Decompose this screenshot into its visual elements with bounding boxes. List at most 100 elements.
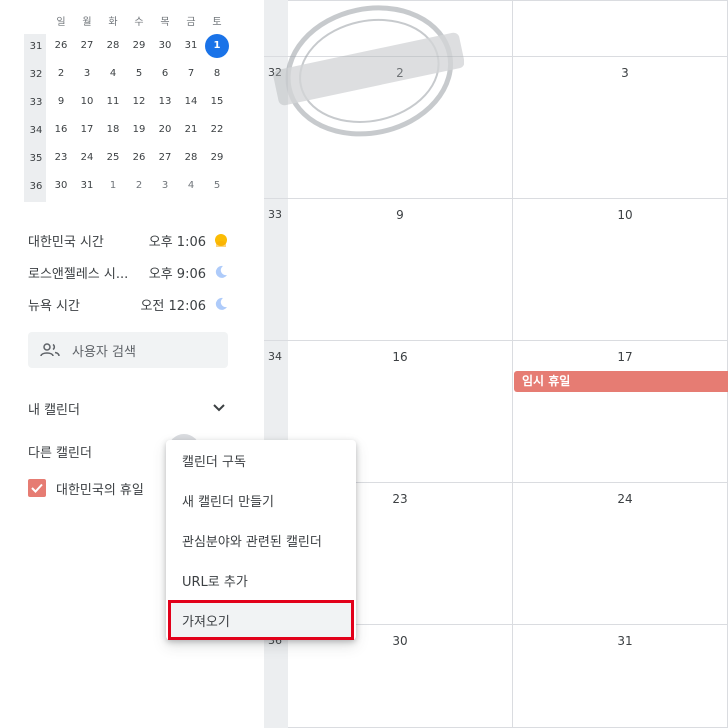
grid-day-number[interactable]: 23: [380, 492, 420, 506]
moon-icon: [214, 297, 228, 311]
mini-calendar-day[interactable]: 25: [100, 146, 126, 170]
weekday-label: 화: [108, 16, 118, 28]
world-clock-korea: 대한민국 시간 오후 1:06: [28, 224, 228, 256]
mini-calendar-day[interactable]: 24: [74, 146, 100, 170]
menu-item-import[interactable]: 가져오기: [168, 600, 354, 640]
mini-calendar-day[interactable]: 13: [152, 90, 178, 114]
menu-item-create-calendar[interactable]: 새 캘린더 만들기: [166, 480, 356, 520]
mini-calendar-day[interactable]: 14: [178, 90, 204, 114]
menu-item-from-url[interactable]: URL로 추가: [166, 560, 356, 600]
grid-week-number[interactable]: 33: [268, 208, 282, 221]
menu-item-browse-interesting[interactable]: 관심분야와 관련된 캘린더: [166, 520, 356, 560]
mini-calendar-week-row: 36 30 31 1 2 3 4 5: [24, 172, 236, 200]
mini-calendar-day[interactable]: 28: [178, 146, 204, 170]
mini-calendar-day[interactable]: 5: [126, 62, 152, 86]
menu-item-subscribe[interactable]: 캘린더 구독: [166, 440, 356, 480]
people-search-input[interactable]: 사용자 검색: [28, 332, 228, 368]
mini-calendar-day[interactable]: 29: [126, 34, 152, 58]
clock-time: 오전 12:06: [140, 298, 206, 314]
mini-calendar-day[interactable]: 22: [204, 118, 230, 142]
mini-calendar-day[interactable]: 12: [126, 90, 152, 114]
mini-calendar-day[interactable]: 18: [100, 118, 126, 142]
grid-day-number[interactable]: 31: [605, 634, 645, 648]
world-clock-la: 로스앤젤레스 시... 오후 9:06: [28, 256, 228, 288]
event-chip-holiday[interactable]: 임시 휴일: [514, 371, 728, 392]
mini-calendar-week-number[interactable]: 31: [24, 41, 48, 52]
grid-day-number[interactable]: 16: [380, 350, 420, 364]
chevron-down-icon[interactable]: [210, 399, 228, 417]
grid-row-divider: [264, 198, 728, 199]
mini-calendar-week-number[interactable]: 33: [24, 97, 48, 108]
mini-calendar-day[interactable]: 19: [126, 118, 152, 142]
mini-calendar-day[interactable]: 30: [48, 174, 74, 198]
mini-calendar-day[interactable]: 31: [74, 174, 100, 198]
mini-calendar-day[interactable]: 16: [48, 118, 74, 142]
mini-calendar-day[interactable]: 29: [204, 146, 230, 170]
mini-calendar-day[interactable]: 2: [48, 62, 74, 86]
grid-week-number[interactable]: 32: [268, 66, 282, 79]
mini-calendar-day[interactable]: 27: [152, 146, 178, 170]
mini-calendar-day[interactable]: 4: [178, 174, 204, 198]
people-search-label: 사용자 검색: [72, 344, 136, 360]
mini-calendar-day[interactable]: 30: [152, 34, 178, 58]
clock-time: 오후 9:06: [148, 266, 206, 282]
mini-calendar-day[interactable]: 1: [100, 174, 126, 198]
mini-calendar-week-number[interactable]: 34: [24, 125, 48, 136]
my-calendars-label: 내 캘린더: [28, 402, 80, 418]
grid-day-number[interactable]: 24: [605, 492, 645, 506]
mini-calendar-day[interactable]: 8: [204, 62, 230, 86]
world-clocks: 대한민국 시간 오후 1:06 로스앤젤레스 시... 오후 9:06 뉴욕 시…: [28, 224, 228, 320]
grid-day-number[interactable]: 2: [380, 66, 420, 80]
mini-calendar-day[interactable]: 6: [152, 62, 178, 86]
mini-calendar-day[interactable]: 26: [48, 34, 74, 58]
weekday-label: 월: [82, 16, 92, 28]
grid-day-number[interactable]: 30: [380, 634, 420, 648]
mini-calendar-day[interactable]: 31: [178, 34, 204, 58]
weekday-label: 금: [186, 16, 196, 28]
clock-city: 뉴욕 시간: [28, 298, 80, 314]
weekday-label: 일: [56, 16, 66, 28]
mini-calendar-day[interactable]: 9: [48, 90, 74, 114]
mini-calendar-day[interactable]: 23: [48, 146, 74, 170]
check-icon: [31, 483, 43, 493]
mini-calendar-day[interactable]: 10: [74, 90, 100, 114]
calendar-item-korean-holidays[interactable]: 대한민국의 휴일: [28, 476, 144, 500]
grid-week-number[interactable]: 34: [268, 350, 282, 363]
mini-calendar-day[interactable]: 5: [204, 174, 230, 198]
calendar-checkbox[interactable]: [28, 479, 46, 497]
mini-calendar-day[interactable]: 3: [152, 174, 178, 198]
people-icon: [40, 343, 60, 357]
mini-calendar-day[interactable]: 26: [126, 146, 152, 170]
mini-calendar-week-number[interactable]: 36: [24, 181, 48, 192]
my-calendars-header[interactable]: 내 캘린더: [28, 394, 228, 422]
grid-column-divider: [512, 0, 513, 728]
grid-row-divider: [264, 56, 728, 57]
mini-calendar-week-row: 33 9 10 11 12 13 14 15: [24, 88, 236, 116]
add-calendar-menu: 캘린더 구독 새 캘린더 만들기 관심분야와 관련된 캘린더 URL로 추가 가…: [166, 440, 356, 640]
mini-calendar-day[interactable]: 7: [178, 62, 204, 86]
grid-day-number[interactable]: 10: [605, 208, 645, 222]
mini-calendar-today[interactable]: 1: [204, 34, 230, 58]
mini-calendar-day[interactable]: 21: [178, 118, 204, 142]
mini-calendar-day[interactable]: 27: [74, 34, 100, 58]
mini-calendar-week-number[interactable]: 35: [24, 153, 48, 164]
grid-row-divider: [264, 340, 728, 341]
mini-calendar-weeks: 31 26 27 28 29 30 31 1 32 2 3 4 5 6 7 8 33 9 10 11 12 13 14 15 3…: [24, 32, 236, 200]
mini-calendar-day[interactable]: 17: [74, 118, 100, 142]
mini-calendar-day[interactable]: 2: [126, 174, 152, 198]
mini-calendar-day[interactable]: 20: [152, 118, 178, 142]
mini-calendar-day[interactable]: 11: [100, 90, 126, 114]
mini-calendar-week-row: 35 23 24 25 26 27 28 29: [24, 144, 236, 172]
mini-calendar-day[interactable]: 28: [100, 34, 126, 58]
sun-icon: [214, 233, 228, 247]
grid-day-number[interactable]: 3: [605, 66, 645, 80]
mini-calendar-day[interactable]: 4: [100, 62, 126, 86]
mini-calendar-day[interactable]: 3: [74, 62, 100, 86]
mini-calendar-week-number[interactable]: 32: [24, 69, 48, 80]
clock-city: 대한민국 시간: [28, 234, 104, 250]
grid-day-number[interactable]: 17: [605, 350, 645, 364]
grid-day-number[interactable]: 9: [380, 208, 420, 222]
mini-calendar-day[interactable]: 15: [204, 90, 230, 114]
mini-calendar-week-row: 34 16 17 18 19 20 21 22: [24, 116, 236, 144]
moon-icon: [214, 265, 228, 279]
